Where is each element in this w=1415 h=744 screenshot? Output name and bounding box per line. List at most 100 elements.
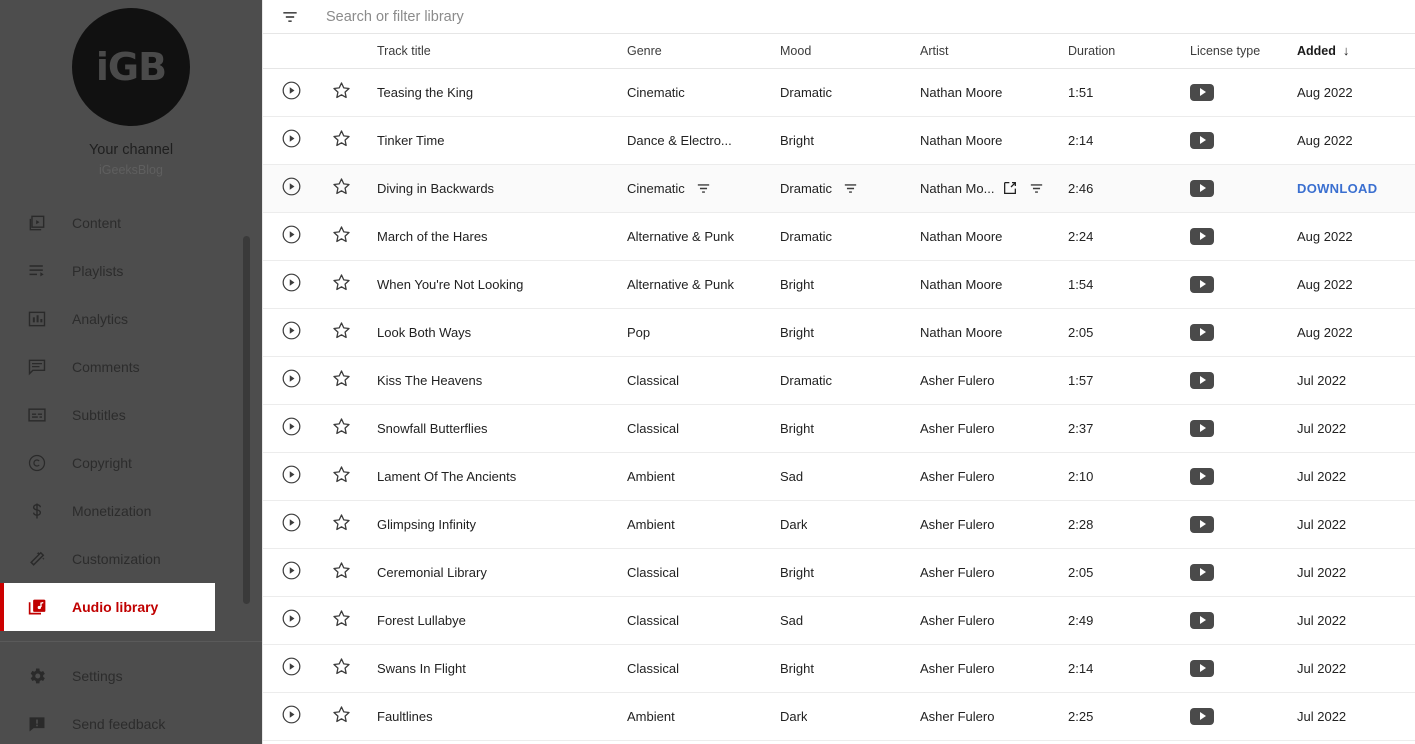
- search-bar[interactable]: Search or filter library: [263, 0, 1415, 34]
- table-row[interactable]: March of the Hares Alternative & Punk Dram…: [263, 212, 1415, 260]
- col-artist[interactable]: Artist: [920, 34, 1068, 69]
- star-icon[interactable]: [331, 176, 352, 197]
- avatar[interactable]: iGB: [72, 8, 190, 126]
- col-genre[interactable]: Genre: [627, 34, 780, 69]
- cell-play: [263, 644, 321, 692]
- sidebar-item-customization[interactable]: Customization: [0, 535, 262, 583]
- play-icon[interactable]: [281, 560, 302, 581]
- table-row[interactable]: Teasing the King Cinematic Dramatic Nathan …: [263, 68, 1415, 116]
- star-icon[interactable]: [331, 464, 352, 485]
- cell-play: [263, 116, 321, 164]
- play-icon[interactable]: [281, 272, 302, 293]
- col-added[interactable]: Added ↓: [1297, 34, 1415, 69]
- col-duration[interactable]: Duration: [1068, 34, 1190, 69]
- sidebar-item-playlists[interactable]: Playlists: [0, 247, 262, 295]
- table-row[interactable]: Snowfall Butterflies Classical Bright Asher…: [263, 404, 1415, 452]
- cell-favorite: [321, 164, 377, 212]
- mood-filter-icon[interactable]: [842, 180, 859, 197]
- sidebar-scrollbar[interactable]: [243, 236, 250, 604]
- cell-artist: Asher Fulero: [920, 356, 1068, 404]
- star-icon[interactable]: [331, 704, 352, 725]
- play-icon[interactable]: [281, 80, 302, 101]
- sidebar-item-copyright[interactable]: Copyright: [0, 439, 262, 487]
- cell-track-title: When You're Not Looking: [377, 260, 627, 308]
- star-icon[interactable]: [331, 416, 352, 437]
- table-row[interactable]: Ceremonial Library Classical Bright Asher F…: [263, 548, 1415, 596]
- sidebar-item-comments[interactable]: Comments: [0, 343, 262, 391]
- sidebar-item-subtitles[interactable]: Subtitles: [0, 391, 262, 439]
- col-license-type[interactable]: License type: [1190, 34, 1297, 69]
- artist-text: Asher Fulero: [920, 708, 995, 724]
- play-icon[interactable]: [281, 128, 302, 149]
- added-text: Aug 2022: [1297, 228, 1353, 244]
- cell-added[interactable]: DOWNLOAD: [1297, 164, 1415, 212]
- channel-block: iGB Your channel iGeeksBlog: [0, 0, 262, 177]
- col-track-title[interactable]: Track title: [377, 34, 627, 69]
- cell-duration: 1:51: [1068, 68, 1190, 116]
- cell-artist: Asher Fulero: [920, 692, 1068, 740]
- download-button[interactable]: DOWNLOAD: [1297, 181, 1377, 196]
- added-text: Jul 2022: [1297, 564, 1347, 580]
- youtube-badge-icon: [1190, 563, 1214, 581]
- play-icon[interactable]: [281, 416, 302, 437]
- table-row[interactable]: When You're Not Looking Alternative & Pun…: [263, 260, 1415, 308]
- filter-icon[interactable]: [280, 7, 300, 27]
- artist-filter-icon[interactable]: [1028, 180, 1045, 197]
- cell-mood: Dramatic: [780, 164, 920, 212]
- sidebar-item-analytics[interactable]: Analytics: [0, 295, 262, 343]
- cell-play: [263, 548, 321, 596]
- play-icon[interactable]: [281, 464, 302, 485]
- table-row[interactable]: Diving in Backwards Cinematic Dramatic Nath…: [263, 164, 1415, 212]
- duration-text: 1:54: [1068, 276, 1094, 292]
- star-icon[interactable]: [331, 368, 352, 389]
- cell-duration: 2:05: [1068, 308, 1190, 356]
- search-input[interactable]: Search or filter library: [326, 9, 464, 25]
- external-link-icon[interactable]: [1002, 180, 1018, 196]
- table-row[interactable]: Forest Lullabye Classical Sad Asher Fulero 2…: [263, 596, 1415, 644]
- cell-artist: Nathan Moore: [920, 116, 1068, 164]
- sidebar-item-monetization[interactable]: Monetization: [0, 487, 262, 535]
- sidebar-item-content[interactable]: Content: [0, 199, 262, 247]
- star-icon[interactable]: [331, 128, 352, 149]
- sidebar-item-audio-library[interactable]: Audio library: [0, 583, 215, 631]
- cell-favorite: [321, 68, 377, 116]
- table-row[interactable]: Kiss The Heavens Classical Dramatic Asher F…: [263, 356, 1415, 404]
- play-icon[interactable]: [281, 224, 302, 245]
- sidebar-nav: Content Playlists Analytics Comments Sub…: [0, 199, 262, 744]
- table-row[interactable]: Swans In Flight Classical Bright Asher Fule…: [263, 644, 1415, 692]
- play-icon[interactable]: [281, 320, 302, 341]
- sidebar-item-send-feedback[interactable]: Send feedback: [0, 700, 262, 744]
- star-icon[interactable]: [331, 320, 352, 341]
- cell-favorite: [321, 308, 377, 356]
- star-icon[interactable]: [331, 80, 352, 101]
- genre-filter-icon[interactable]: [695, 180, 712, 197]
- cell-duration: 2:46: [1068, 164, 1190, 212]
- star-icon[interactable]: [331, 608, 352, 629]
- star-icon[interactable]: [331, 656, 352, 677]
- table-row[interactable]: Lament Of The Ancients Ambient Sad Asher Fu…: [263, 452, 1415, 500]
- play-icon[interactable]: [281, 608, 302, 629]
- mood-text: Bright: [780, 564, 814, 580]
- play-icon[interactable]: [281, 176, 302, 197]
- cell-favorite: [321, 548, 377, 596]
- play-icon[interactable]: [281, 512, 302, 533]
- sidebar-item-settings[interactable]: Settings: [0, 652, 262, 700]
- table-row[interactable]: Look Both Ways Pop Bright Nathan Moore 2:05 A…: [263, 308, 1415, 356]
- play-icon[interactable]: [281, 704, 302, 725]
- play-icon[interactable]: [281, 656, 302, 677]
- genre-text: Cinematic: [627, 180, 685, 196]
- star-icon[interactable]: [331, 512, 352, 533]
- col-mood[interactable]: Mood: [780, 34, 920, 69]
- cell-play: [263, 404, 321, 452]
- mood-text: Dramatic: [780, 84, 833, 100]
- play-icon[interactable]: [281, 368, 302, 389]
- sidebar: iGB Your channel iGeeksBlog Content Play…: [0, 0, 262, 744]
- table-row[interactable]: Faultlines Ambient Dark Asher Fulero 2:25 Jul…: [263, 692, 1415, 740]
- table-row[interactable]: Glimpsing Infinity Ambient Dark Asher Fuler…: [263, 500, 1415, 548]
- content-icon: [24, 211, 50, 235]
- table-row[interactable]: Tinker Time Dance & Electro... Bright Natha…: [263, 116, 1415, 164]
- star-icon[interactable]: [331, 224, 352, 245]
- cell-added: Jul 2022: [1297, 356, 1415, 404]
- star-icon[interactable]: [331, 272, 352, 293]
- star-icon[interactable]: [331, 560, 352, 581]
